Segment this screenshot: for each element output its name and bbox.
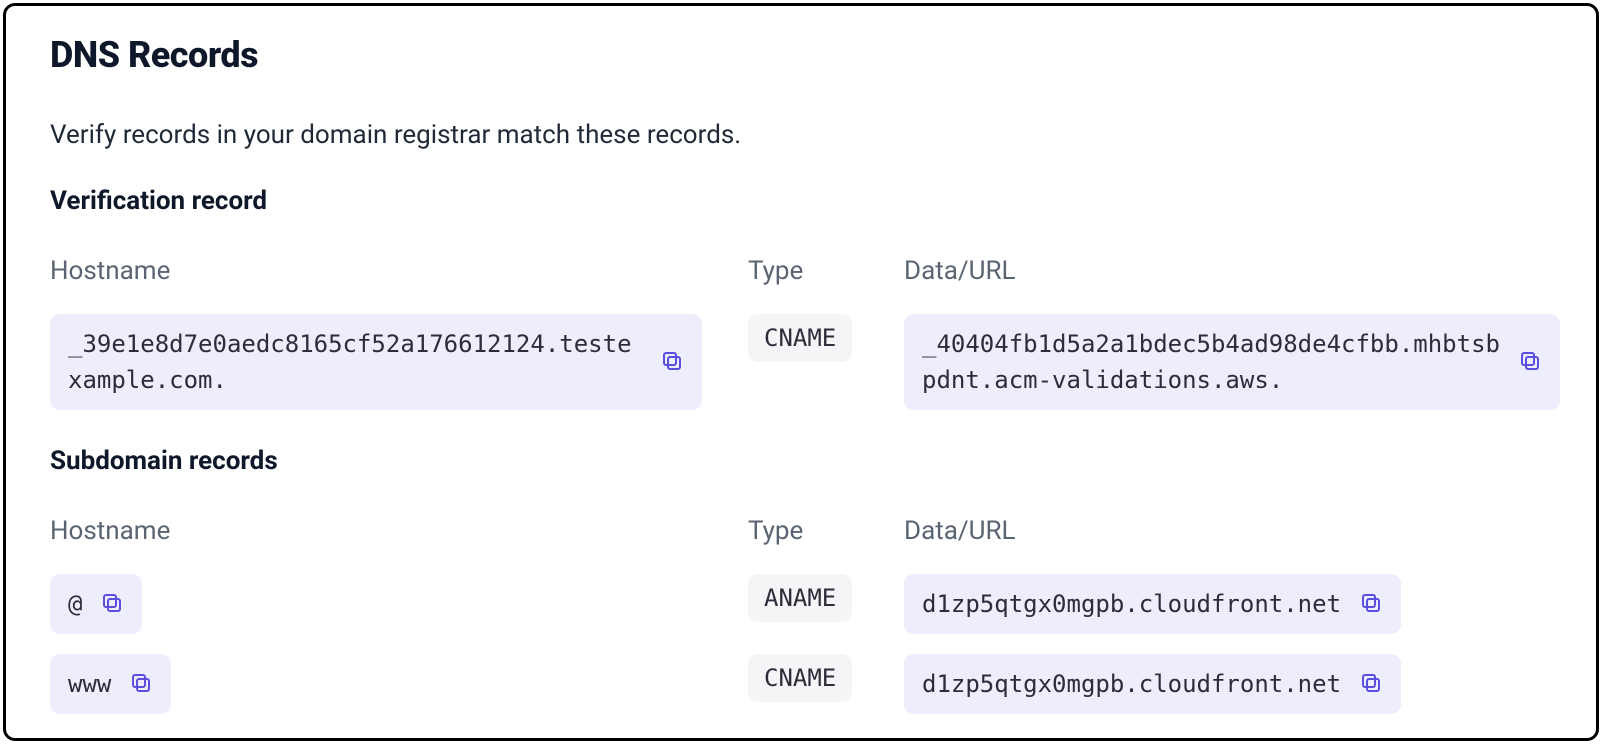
data-chip: _40404fb1d5a2a1bdec5b4ad98de4cfbb.mhbtsb… bbox=[904, 314, 1560, 410]
data-chip: d1zp5qtgx0mgpb.cloudfront.net bbox=[904, 654, 1401, 714]
hostname-value: _39e1e8d7e0aedc8165cf52a176612124.testex… bbox=[68, 326, 642, 398]
copy-data-button[interactable] bbox=[1518, 349, 1542, 376]
copy-data-button[interactable] bbox=[1359, 591, 1383, 618]
copy-hostname-button[interactable] bbox=[660, 349, 684, 376]
description-text: Verify records in your domain registrar … bbox=[50, 120, 1552, 150]
copy-hostname-button[interactable] bbox=[100, 591, 124, 618]
subdomain-row: www CNAME d1zp5qtgx0mgpb.cloudfront.net bbox=[50, 654, 1552, 714]
copy-hostname-button[interactable] bbox=[129, 671, 153, 698]
dns-records-panel: DNS Records Verify records in your domai… bbox=[3, 3, 1599, 741]
verification-row: _39e1e8d7e0aedc8165cf52a176612124.testex… bbox=[50, 314, 1552, 410]
hostname-value: www bbox=[68, 666, 111, 702]
type-value: CNAME bbox=[748, 654, 852, 702]
verification-table: Hostname Type Data/URL _39e1e8d7e0aedc81… bbox=[50, 256, 1552, 410]
header-type: Type bbox=[748, 256, 884, 286]
copy-icon bbox=[100, 591, 124, 618]
verification-section-title: Verification record bbox=[50, 186, 1552, 216]
copy-icon bbox=[1359, 671, 1383, 698]
header-data: Data/URL bbox=[904, 256, 1552, 286]
header-hostname: Hostname bbox=[50, 256, 728, 286]
copy-icon bbox=[129, 671, 153, 698]
data-chip: d1zp5qtgx0mgpb.cloudfront.net bbox=[904, 574, 1401, 634]
type-value: ANAME bbox=[748, 574, 852, 622]
hostname-chip: _39e1e8d7e0aedc8165cf52a176612124.testex… bbox=[50, 314, 702, 410]
header-data: Data/URL bbox=[904, 516, 1552, 546]
copy-icon bbox=[660, 349, 684, 376]
copy-icon bbox=[1518, 349, 1542, 376]
subdomain-section-title: Subdomain records bbox=[50, 446, 1552, 476]
type-value: CNAME bbox=[748, 314, 852, 362]
header-type: Type bbox=[748, 516, 884, 546]
data-value: d1zp5qtgx0mgpb.cloudfront.net bbox=[922, 666, 1341, 702]
header-hostname: Hostname bbox=[50, 516, 728, 546]
page-title: DNS Records bbox=[50, 34, 1552, 76]
copy-icon bbox=[1359, 591, 1383, 618]
hostname-chip: www bbox=[50, 654, 171, 714]
data-value: _40404fb1d5a2a1bdec5b4ad98de4cfbb.mhbtsb… bbox=[922, 326, 1500, 398]
verification-header-row: Hostname Type Data/URL bbox=[50, 256, 1552, 286]
hostname-chip: @ bbox=[50, 574, 142, 634]
subdomain-table: Hostname Type Data/URL @ ANAME bbox=[50, 516, 1552, 714]
subdomain-header-row: Hostname Type Data/URL bbox=[50, 516, 1552, 546]
subdomain-row: @ ANAME d1zp5qtgx0mgpb.cloudfront.net bbox=[50, 574, 1552, 634]
hostname-value: @ bbox=[68, 586, 82, 622]
copy-data-button[interactable] bbox=[1359, 671, 1383, 698]
data-value: d1zp5qtgx0mgpb.cloudfront.net bbox=[922, 586, 1341, 622]
